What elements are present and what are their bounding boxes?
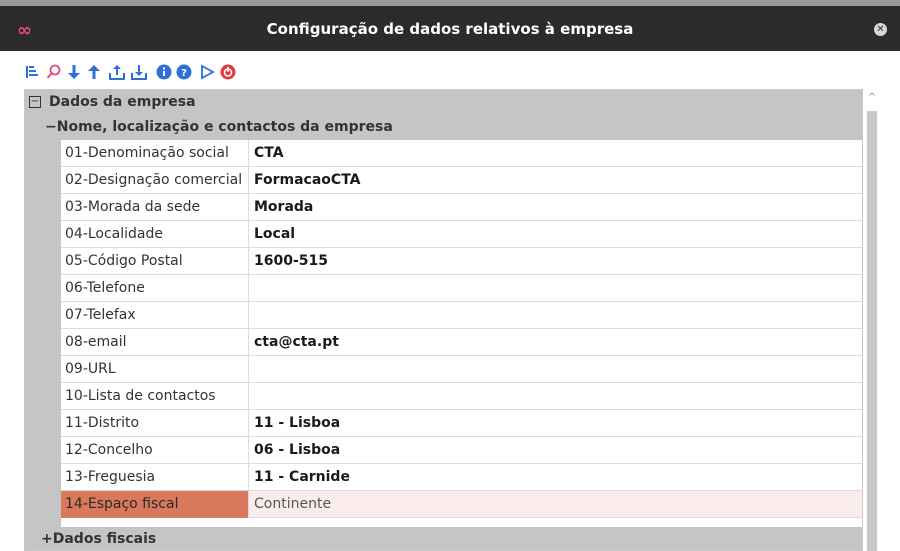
property-value[interactable]: CTA: [254, 140, 854, 167]
category-label: Dados fiscais: [52, 531, 157, 547]
property-label: 12-Concelho: [65, 437, 249, 464]
property-value[interactable]: 11 - Lisboa: [254, 410, 854, 437]
category-label: Dados da empresa: [49, 94, 196, 110]
arrow-up-icon[interactable]: [86, 64, 102, 80]
category-dados-fiscais[interactable]: +Dados fiscais: [25, 527, 862, 550]
property-value[interactable]: 1600-515: [254, 248, 854, 275]
property-label: 13-Freguesia: [65, 464, 249, 491]
property-row[interactable]: 09-URL: [61, 356, 862, 383]
property-row[interactable]: 03-Morada da sede Morada: [61, 194, 862, 221]
property-row[interactable]: 02-Designação comercial FormacaoCTA: [61, 167, 862, 194]
property-row[interactable]: 01-Denominação social CTA: [61, 140, 862, 167]
property-row[interactable]: 13-Freguesia 11 - Carnide: [61, 464, 862, 491]
arrow-down-icon[interactable]: [66, 64, 82, 80]
property-value[interactable]: [254, 356, 854, 383]
help-icon[interactable]: ?: [176, 64, 192, 80]
import-icon[interactable]: [131, 64, 147, 80]
category-dados-empresa[interactable]: − Dados da empresa: [25, 90, 862, 115]
property-value[interactable]: Continente: [254, 491, 854, 518]
category-label: Nome, localização e contactos da empresa: [56, 119, 393, 135]
property-label: 05-Código Postal: [65, 248, 249, 275]
export-icon[interactable]: [109, 64, 125, 80]
property-grid: − Dados da empresa −Nome, localização e c…: [24, 89, 863, 551]
property-label: 09-URL: [65, 356, 249, 383]
indent-column: [25, 140, 61, 550]
property-label: 14-Espaço fiscal: [61, 491, 249, 518]
property-label: 03-Morada da sede: [65, 194, 249, 221]
play-icon[interactable]: [199, 64, 215, 80]
property-row[interactable]: 10-Lista de contactos: [61, 383, 862, 410]
close-icon[interactable]: ✕: [874, 23, 887, 36]
property-value[interactable]: 06 - Lisboa: [254, 437, 854, 464]
property-label: 08-email: [65, 329, 249, 356]
power-icon[interactable]: [220, 64, 236, 80]
collapse-icon[interactable]: −: [29, 96, 41, 108]
property-label: 07-Telefax: [65, 302, 249, 329]
property-value[interactable]: cta@cta.pt: [254, 329, 854, 356]
info-icon[interactable]: [156, 64, 172, 80]
property-row[interactable]: 05-Código Postal 1600-515: [61, 248, 862, 275]
property-label: 11-Distrito: [65, 410, 249, 437]
search-icon[interactable]: [46, 64, 62, 80]
property-label: 02-Designação comercial: [65, 167, 249, 194]
toolbar: ?: [0, 51, 900, 89]
property-label: 04-Localidade: [65, 221, 249, 248]
property-row[interactable]: 07-Telefax: [61, 302, 862, 329]
property-value[interactable]: [254, 383, 854, 410]
property-label: 06-Telefone: [65, 275, 249, 302]
property-row[interactable]: 08-email cta@cta.pt: [61, 329, 862, 356]
svg-text:?: ?: [181, 68, 187, 79]
expand-icon[interactable]: +: [41, 531, 53, 547]
property-value[interactable]: Local: [254, 221, 854, 248]
window-title: Configuração de dados relativos à empres…: [266, 20, 634, 38]
category-contactos[interactable]: −Nome, localização e contactos da empres…: [25, 115, 862, 140]
property-row[interactable]: 04-Localidade Local: [61, 221, 862, 248]
property-value[interactable]: [254, 275, 854, 302]
scrollbar-thumb[interactable]: [867, 111, 877, 551]
property-row[interactable]: 06-Telefone: [61, 275, 862, 302]
property-value[interactable]: 11 - Carnide: [254, 464, 854, 491]
title-bar: ∞ Configuração de dados relativos à empr…: [0, 0, 900, 51]
property-value[interactable]: Morada: [254, 194, 854, 221]
property-row-selected[interactable]: 14-Espaço fiscal Continente: [61, 491, 862, 518]
scroll-up-icon[interactable]: ^: [865, 92, 879, 106]
property-row[interactable]: 12-Concelho 06 - Lisboa: [61, 437, 862, 464]
property-label: 10-Lista de contactos: [65, 383, 249, 410]
property-row[interactable]: 11-Distrito 11 - Lisboa: [61, 410, 862, 437]
property-value[interactable]: FormacaoCTA: [254, 167, 854, 194]
collapse-icon[interactable]: −: [45, 119, 57, 135]
property-value[interactable]: [254, 302, 854, 329]
property-label: 01-Denominação social: [65, 140, 249, 167]
vertical-scrollbar[interactable]: ^: [863, 89, 883, 551]
sort-icon[interactable]: [25, 64, 41, 80]
